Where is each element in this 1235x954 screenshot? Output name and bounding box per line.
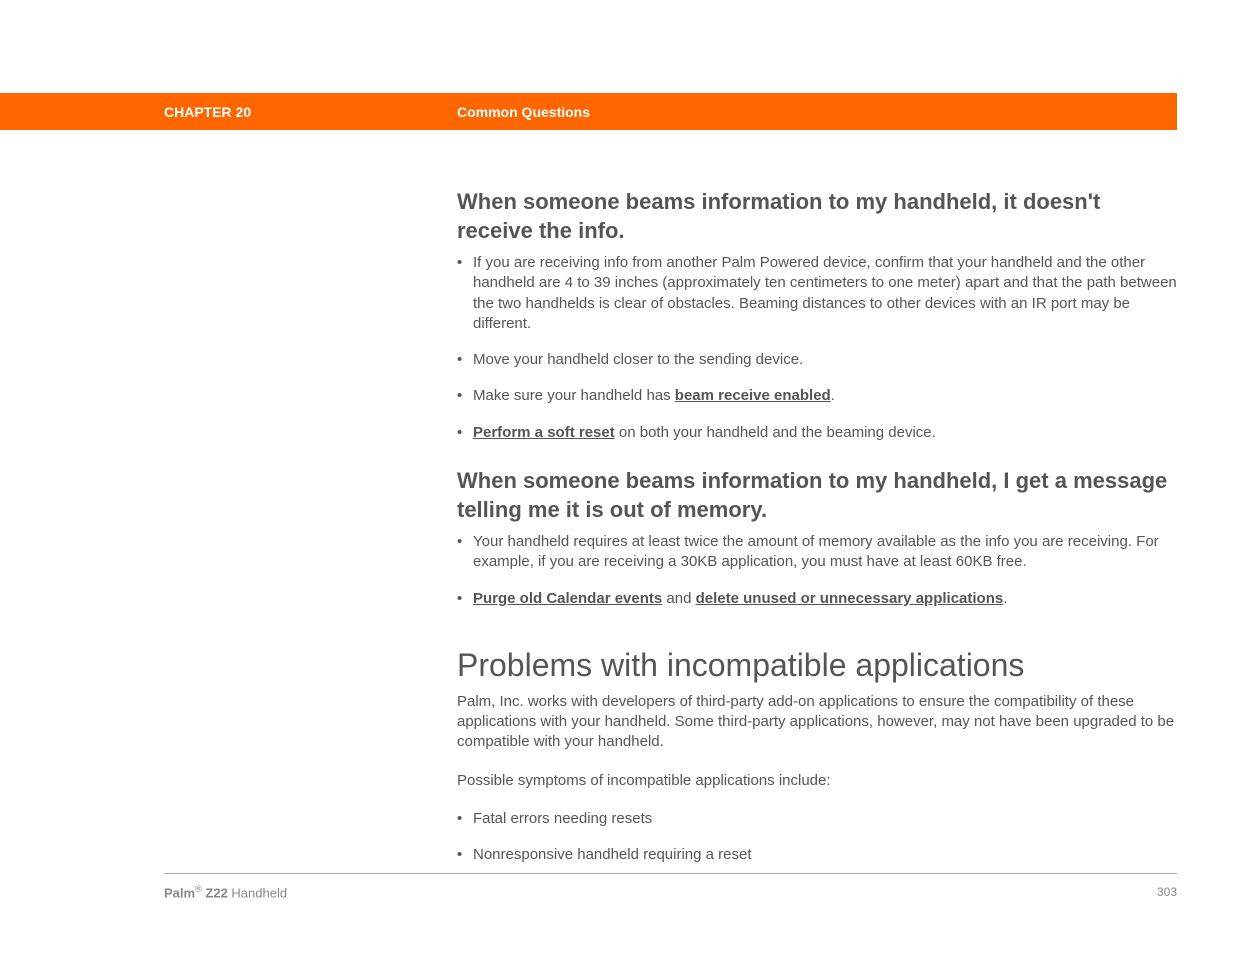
- list-item: Fatal errors needing resets: [457, 809, 1177, 829]
- link-soft-reset[interactable]: Perform a soft reset: [473, 424, 615, 441]
- list-item: Make sure your handheld has beam receive…: [457, 386, 1177, 406]
- section-heading: Problems with incompatible applications: [457, 647, 1177, 684]
- list-item: Move your handheld closer to the sending…: [457, 350, 1177, 370]
- main-content: When someone beams information to my han…: [457, 188, 1177, 889]
- list-item: Nonresponsive handheld requiring a reset: [457, 845, 1177, 865]
- symptom-list: Fatal errors needing resets Nonresponsiv…: [457, 809, 1177, 866]
- footer-brand: Palm® Z22 Handheld: [164, 884, 287, 900]
- registered-mark: ®: [195, 884, 202, 894]
- brand-word: Handheld: [228, 885, 287, 900]
- link-beam-receive[interactable]: beam receive enabled: [675, 387, 831, 404]
- text-run: and: [662, 590, 695, 607]
- answer-list-2: Your handheld requires at least twice th…: [457, 532, 1177, 609]
- question-heading-1: When someone beams information to my han…: [457, 188, 1177, 245]
- page-number: 303: [1157, 885, 1177, 899]
- chapter-label: CHAPTER 20: [164, 104, 251, 120]
- link-purge-calendar[interactable]: Purge old Calendar events: [473, 590, 662, 607]
- list-item: If you are receiving info from another P…: [457, 253, 1177, 334]
- chapter-header-bar: CHAPTER 20 Common Questions: [0, 93, 1177, 130]
- list-item: Perform a soft reset on both your handhe…: [457, 423, 1177, 443]
- body-paragraph: Palm, Inc. works with developers of thir…: [457, 692, 1177, 753]
- text-run: .: [831, 387, 835, 404]
- answer-list-1: If you are receiving info from another P…: [457, 253, 1177, 443]
- text-run: on both your handheld and the beaming de…: [615, 424, 936, 441]
- text-run: Make sure your handheld has: [473, 387, 675, 404]
- section-title: Common Questions: [457, 104, 590, 120]
- list-item: Purge old Calendar events and delete unu…: [457, 589, 1177, 609]
- text-run: .: [1003, 590, 1007, 607]
- brand-model: Z22: [202, 885, 228, 900]
- link-delete-apps[interactable]: delete unused or unnecessary application…: [696, 590, 1004, 607]
- body-paragraph: Possible symptoms of incompatible applic…: [457, 771, 1177, 791]
- question-heading-2: When someone beams information to my han…: [457, 467, 1177, 524]
- page-footer: Palm® Z22 Handheld 303: [164, 873, 1177, 900]
- brand-palm: Palm: [164, 885, 195, 900]
- list-item: Your handheld requires at least twice th…: [457, 532, 1177, 573]
